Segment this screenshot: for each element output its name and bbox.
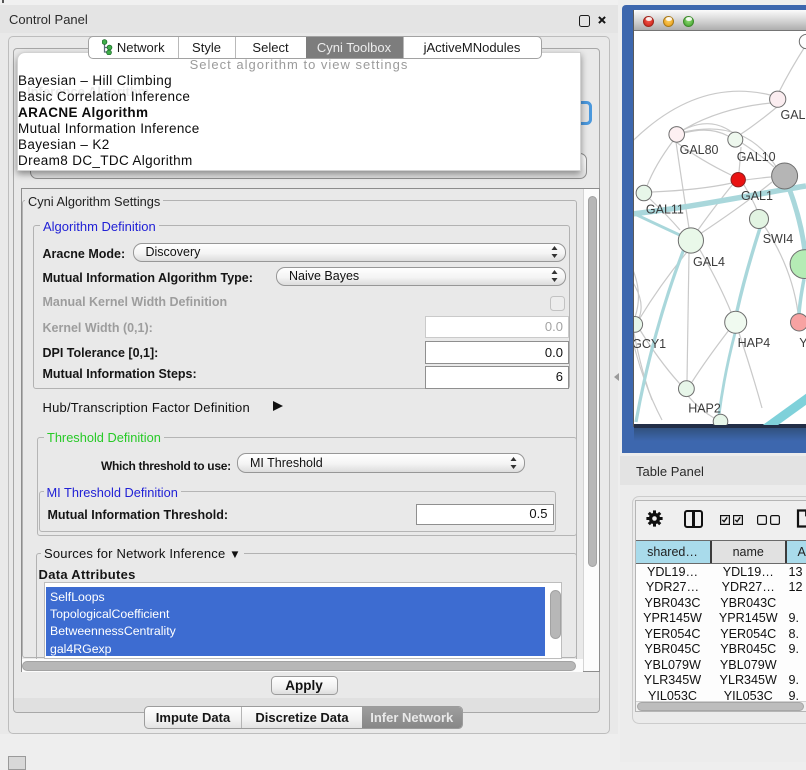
svg-text:GAL10: GAL10 — [737, 150, 776, 164]
svg-text:GCY1: GCY1 — [634, 337, 666, 351]
svg-text:SWI4: SWI4 — [763, 232, 794, 246]
svg-text:YM: YM — [799, 336, 806, 350]
svg-text:HAP2: HAP2 — [688, 402, 721, 416]
svg-text:GAL4: GAL4 — [693, 255, 725, 269]
svg-text:GAL7: GAL7 — [781, 108, 806, 122]
svg-text:GAL11: GAL11 — [646, 203, 684, 217]
svg-text:GAL1: GAL1 — [741, 189, 773, 203]
svg-text:GAL80: GAL80 — [680, 143, 719, 157]
svg-text:HAP4: HAP4 — [738, 336, 771, 350]
